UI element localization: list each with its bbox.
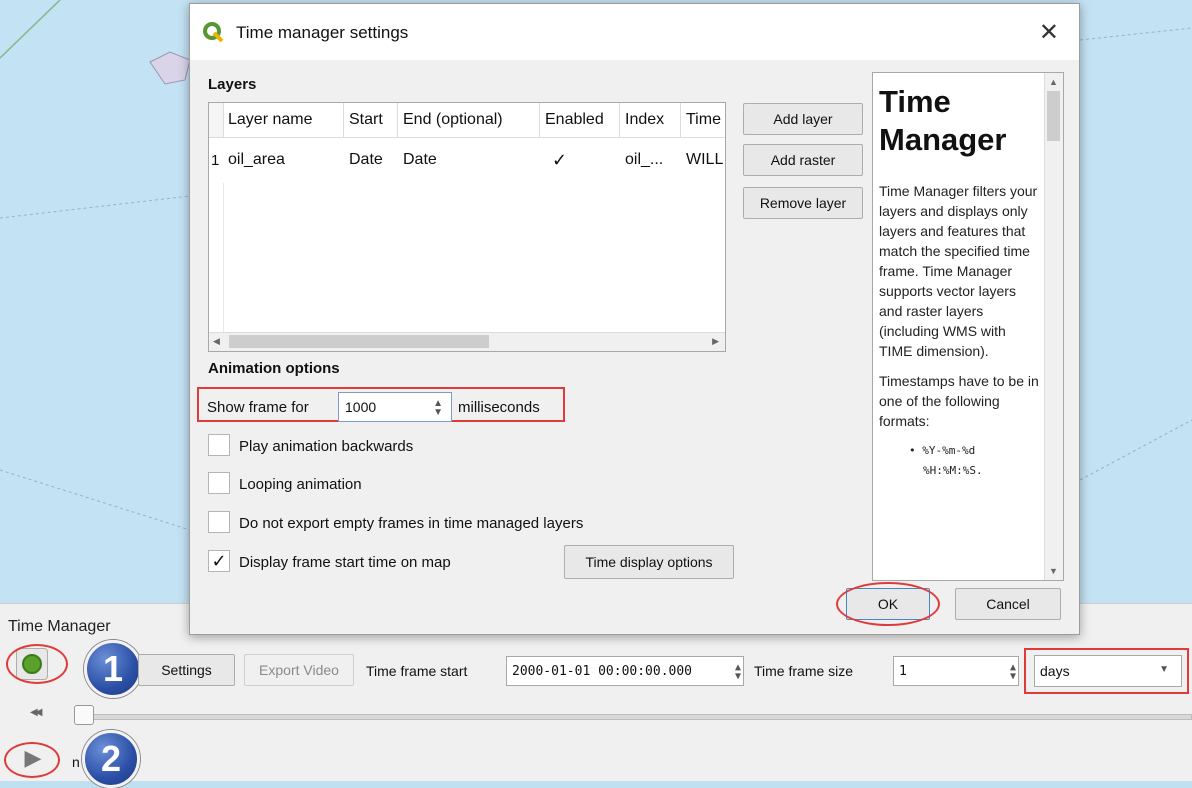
- col-layer-name[interactable]: Layer name: [223, 103, 344, 137]
- cell-index[interactable]: oil_...: [620, 137, 681, 183]
- spin-arrows-icon[interactable]: ▲ ▼: [1010, 663, 1016, 682]
- close-icon[interactable]: ✕: [1039, 18, 1059, 47]
- spin-arrows-icon[interactable]: ▲ ▼: [735, 663, 741, 682]
- step-badge-2: 2: [82, 730, 140, 788]
- add-layer-button[interactable]: Add layer: [743, 103, 863, 135]
- layers-section-title: Layers: [208, 76, 257, 93]
- time-frame-start-label: Time frame start: [366, 663, 468, 679]
- cell-end[interactable]: Date: [398, 137, 540, 183]
- col-time[interactable]: Time: [681, 103, 725, 137]
- scroll-thumb[interactable]: [1047, 91, 1060, 141]
- spin-arrows-icon[interactable]: ▲ ▼: [433, 399, 443, 418]
- milliseconds-label: milliseconds: [458, 399, 540, 416]
- col-start[interactable]: Start: [344, 103, 398, 137]
- col-index[interactable]: Index: [620, 103, 681, 137]
- panel-title: Time Manager: [8, 618, 111, 635]
- annotation-oval-power: [6, 644, 68, 684]
- table-horizontal-scrollbar[interactable]: ◀ ▶: [209, 332, 725, 351]
- rewind-icon[interactable]: ◀◀: [30, 707, 43, 718]
- display-start-time-checkbox[interactable]: ✓: [208, 550, 230, 572]
- annotation-oval-play: [4, 742, 60, 778]
- time-frame-size-label: Time frame size: [754, 663, 854, 679]
- help-vertical-scrollbar[interactable]: ▲ ▼: [1044, 73, 1063, 580]
- show-frame-spinbox[interactable]: 1000 ▲ ▼: [338, 392, 452, 422]
- scroll-down-icon[interactable]: ▼: [1049, 566, 1058, 576]
- cell-enabled-checkbox[interactable]: ✓: [540, 137, 620, 183]
- no-export-empty-label: Do not export empty frames in time manag…: [239, 515, 584, 532]
- cell-time[interactable]: WILL: [681, 137, 725, 183]
- time-frame-size-input[interactable]: 1 ▲ ▼: [893, 656, 1019, 686]
- col-end[interactable]: End (optional): [398, 103, 540, 137]
- settings-button[interactable]: Settings: [138, 654, 235, 686]
- time-slider-handle[interactable]: [74, 705, 94, 725]
- dialog-title: Time manager settings: [236, 23, 409, 42]
- time-slider-track[interactable]: [90, 714, 1192, 720]
- looping-label: Looping animation: [239, 476, 362, 493]
- export-video-button[interactable]: Export Video: [244, 654, 354, 686]
- scroll-up-icon[interactable]: ▲: [1049, 77, 1058, 87]
- show-frame-label: Show frame for: [207, 399, 309, 416]
- cell-layer-name[interactable]: oil_area: [223, 137, 344, 183]
- time-manager-settings-dialog: Time manager settings ✕ Layers Layer nam…: [189, 3, 1080, 635]
- remove-layer-button[interactable]: Remove layer: [743, 187, 863, 219]
- scroll-left-icon[interactable]: ◀: [213, 336, 220, 347]
- table-header: Layer name Start End (optional) Enabled …: [209, 103, 725, 138]
- col-enabled[interactable]: Enabled: [540, 103, 620, 137]
- partial-label: n: [72, 754, 80, 770]
- layers-table[interactable]: Layer name Start End (optional) Enabled …: [208, 102, 726, 352]
- looping-checkbox[interactable]: [208, 472, 230, 494]
- annotation-box-unit: [1024, 648, 1189, 694]
- cell-start[interactable]: Date: [344, 137, 398, 183]
- annotation-oval-ok: [836, 582, 940, 626]
- dialog-titlebar: Time manager settings ✕: [190, 4, 1079, 60]
- scroll-right-icon[interactable]: ▶: [712, 336, 719, 347]
- play-backwards-checkbox[interactable]: [208, 434, 230, 456]
- cancel-button[interactable]: Cancel: [955, 588, 1061, 620]
- scroll-thumb[interactable]: [229, 335, 489, 348]
- animation-options-title: Animation options: [208, 360, 340, 377]
- time-frame-start-input[interactable]: 2000-01-01 00:00:00.000 ▲ ▼: [506, 656, 744, 686]
- row-number: 1: [211, 151, 220, 169]
- step-badge-1: 1: [84, 640, 142, 698]
- help-text: Time Manager filters your layers and dis…: [879, 183, 1039, 477]
- qgis-logo-icon: [203, 22, 224, 43]
- time-display-options-button[interactable]: Time display options: [564, 545, 734, 579]
- no-export-empty-checkbox[interactable]: [208, 511, 230, 533]
- display-start-time-label: Display frame start time on map: [239, 554, 451, 571]
- play-backwards-label: Play animation backwards: [239, 438, 414, 455]
- add-raster-button[interactable]: Add raster: [743, 144, 863, 176]
- help-title: Time Manager: [879, 84, 1007, 157]
- help-panel: Time Manager Time Manager filters your l…: [872, 72, 1064, 581]
